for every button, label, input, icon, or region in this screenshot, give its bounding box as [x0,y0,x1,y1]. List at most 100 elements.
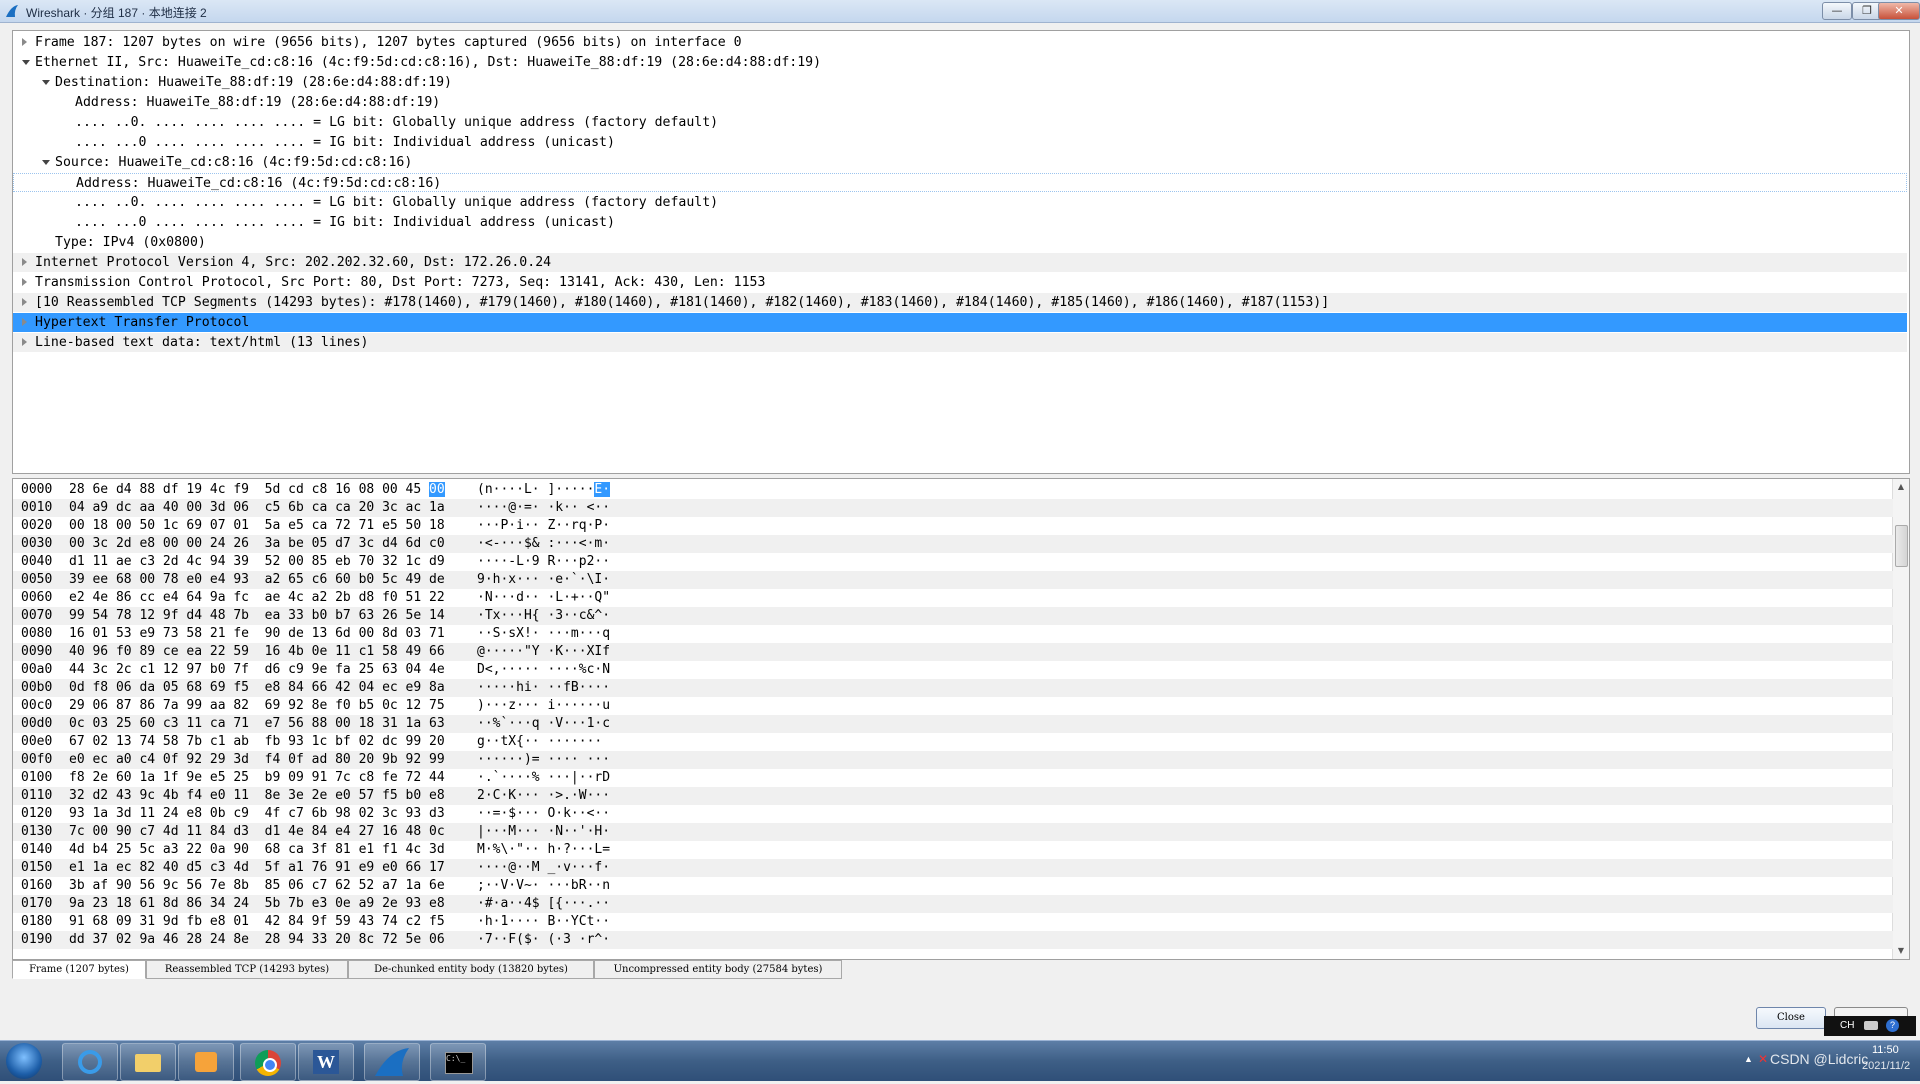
hex-bytes[interactable]: 00 3c 2d e8 00 00 24 26 3a be 05 d7 3c d… [69,535,445,553]
network-error-icon[interactable]: ✕ [1758,1052,1768,1066]
internet-explorer-icon[interactable] [62,1043,118,1081]
detail-row[interactable]: Hypertext Transfer Protocol [13,313,1907,332]
hex-bytes[interactable]: 7c 00 90 c7 4d 11 84 d3 d1 4e 84 e4 27 1… [69,823,445,841]
hex-bytes[interactable]: 40 96 f0 89 ce ea 22 59 16 4b 0e 11 c1 5… [69,643,445,661]
hex-row[interactable]: 0070 99 54 78 12 9f d4 48 7b ea 33 b0 b7 … [13,607,1893,625]
vertical-scrollbar[interactable]: ▲ ▼ [1892,479,1909,959]
hex-bytes[interactable]: 0c 03 25 60 c3 11 ca 71 e7 56 88 00 18 3… [69,715,445,733]
hex-row[interactable]: 00c0 29 06 87 86 7a 99 aa 82 69 92 8e f0 … [13,697,1893,715]
clock-date[interactable]: 2021/11/2 [1862,1060,1910,1072]
collapse-arrow-icon[interactable] [22,338,27,346]
hex-row[interactable]: 0100 f8 2e 60 1a 1f 9e e5 25 b9 09 91 7c … [13,769,1893,787]
detail-row[interactable]: .... ...0 .... .... .... .... = IG bit: … [13,213,1907,232]
hex-bytes[interactable]: 16 01 53 e9 73 58 21 fe 90 de 13 6d 00 8… [69,625,445,643]
packet-details-pane[interactable]: Frame 187: 1207 bytes on wire (9656 bits… [12,30,1910,474]
language-bar[interactable]: CH ? [1824,1016,1916,1036]
show-hidden-icons-icon[interactable]: ▲ [1744,1054,1753,1064]
hex-ascii[interactable]: ·Tx···H{ ·3··c&^· [477,607,610,625]
hex-bytes[interactable]: f8 2e 60 1a 1f 9e e5 25 b9 09 91 7c c8 f… [69,769,445,787]
expand-arrow-icon[interactable] [42,80,50,85]
hex-ascii[interactable]: ··%`···q ·V···1·c [477,715,610,733]
hex-bytes[interactable]: 3b af 90 56 9c 56 7e 8b 85 06 c7 62 52 a… [69,877,445,895]
selected-ascii[interactable]: E· [594,482,611,497]
hex-row[interactable]: 0190 dd 37 02 9a 46 28 24 8e 28 94 33 20 … [13,931,1893,949]
hex-row[interactable]: 0170 9a 23 18 61 8d 86 34 24 5b 7b e3 0e … [13,895,1893,913]
hex-ascii[interactable]: D<,····· ····%c·N [477,661,610,679]
hex-ascii[interactable]: g··tX{·· ······· [477,733,610,751]
hex-ascii[interactable]: ·····hi· ··fB···· [477,679,610,697]
hex-ascii[interactable]: ·#·a··4$ [{···.·· [477,895,610,913]
hex-row[interactable]: 0060 e2 4e 86 cc e4 64 9a fc ae 4c a2 2b … [13,589,1893,607]
byte-tab[interactable]: Reassembled TCP (14293 bytes) [146,960,348,979]
collapse-arrow-icon[interactable] [22,318,27,326]
hex-row[interactable]: 0010 04 a9 dc aa 40 00 3d 06 c5 6b ca ca … [13,499,1893,517]
detail-row[interactable]: .... ..0. .... .... .... .... = LG bit: … [13,113,1907,132]
hex-row[interactable]: 0180 91 68 09 31 9d fb e8 01 42 84 9f 59 … [13,913,1893,931]
media-player-icon[interactable] [178,1043,234,1081]
start-orb-icon[interactable] [6,1043,42,1079]
hex-bytes[interactable]: 9a 23 18 61 8d 86 34 24 5b 7b e3 0e a9 2… [69,895,445,913]
detail-row[interactable]: Address: HuaweiTe_cd:c8:16 (4c:f9:5d:cd:… [13,173,1907,192]
hex-ascii[interactable]: M·%\·"·· h·?···L= [477,841,610,859]
chrome-icon[interactable] [240,1043,296,1081]
hex-bytes[interactable]: 04 a9 dc aa 40 00 3d 06 c5 6b ca ca 20 3… [69,499,445,517]
hex-ascii[interactable]: ··S·sX!· ···m···q [477,625,610,643]
close-window-button[interactable]: ✕ [1878,2,1920,20]
hex-bytes[interactable]: 99 54 78 12 9f d4 48 7b ea 33 b0 b7 63 2… [69,607,445,625]
hex-row[interactable]: 0030 00 3c 2d e8 00 00 24 26 3a be 05 d7 … [13,535,1893,553]
hex-bytes[interactable]: e0 ec a0 c4 0f 92 29 3d f4 0f ad 80 20 9… [69,751,445,769]
hex-ascii[interactable]: )···z··· i······u [477,697,610,715]
collapse-arrow-icon[interactable] [22,298,27,306]
hex-row[interactable]: 00f0 e0 ec a0 c4 0f 92 29 3d f4 0f ad 80 … [13,751,1893,769]
wireshark-taskbar-icon[interactable] [364,1043,420,1081]
hex-ascii[interactable]: ····-L·9 R···p2·· [477,553,610,571]
hex-bytes[interactable]: 0d f8 06 da 05 68 69 f5 e8 84 66 42 04 e… [69,679,445,697]
hex-ascii[interactable]: 2·C·K··· ·>.·W··· [477,787,610,805]
hex-ascii[interactable]: ·h·1···· B··YCt·· [477,913,610,931]
hex-row[interactable]: 0040 d1 11 ae c3 2d 4c 94 39 52 00 85 eb … [13,553,1893,571]
hex-bytes[interactable]: e2 4e 86 cc e4 64 9a fc ae 4c a2 2b d8 f… [69,589,445,607]
detail-row[interactable]: .... ...0 .... .... .... .... = IG bit: … [13,133,1907,152]
detail-row[interactable]: Ethernet II, Src: HuaweiTe_cd:c8:16 (4c:… [13,53,1907,72]
hex-ascii[interactable]: (n····L· ]·····E· [477,481,611,499]
hex-bytes[interactable]: 28 6e d4 88 df 19 4c f9 5d cd c8 16 08 0… [69,481,445,499]
hex-bytes[interactable]: 32 d2 43 9c 4b f4 e0 11 8e 3e 2e e0 57 f… [69,787,445,805]
detail-row[interactable]: Destination: HuaweiTe_88:df:19 (28:6e:d4… [13,73,1907,92]
hex-ascii[interactable]: 9·h·x··· ·e·`·\I· [477,571,610,589]
hex-row[interactable]: 0160 3b af 90 56 9c 56 7e 8b 85 06 c7 62 … [13,877,1893,895]
hex-row[interactable]: 0120 93 1a 3d 11 24 e8 0b c9 4f c7 6b 98 … [13,805,1893,823]
byte-tab[interactable]: De-chunked entity body (13820 bytes) [348,960,594,979]
collapse-arrow-icon[interactable] [22,278,27,286]
expand-arrow-icon[interactable] [42,160,50,165]
hex-bytes[interactable]: 93 1a 3d 11 24 e8 0b c9 4f c7 6b 98 02 3… [69,805,445,823]
hex-ascii[interactable]: ····@··M _·v···f· [477,859,610,877]
scroll-down-icon[interactable]: ▼ [1893,943,1909,959]
detail-row[interactable]: Address: HuaweiTe_88:df:19 (28:6e:d4:88:… [13,93,1907,112]
detail-row[interactable]: Type: IPv4 (0x0800) [13,233,1907,252]
hex-row[interactable]: 00b0 0d f8 06 da 05 68 69 f5 e8 84 66 42 … [13,679,1893,697]
hex-bytes[interactable]: 91 68 09 31 9d fb e8 01 42 84 9f 59 43 7… [69,913,445,931]
hex-ascii[interactable]: ·7··F($· (·3 ·r^· [477,931,610,949]
hex-row[interactable]: 00e0 67 02 13 74 58 7b c1 ab fb 93 1c bf … [13,733,1893,751]
hex-row[interactable]: 00d0 0c 03 25 60 c3 11 ca 71 e7 56 88 00 … [13,715,1893,733]
hex-row[interactable]: 0080 16 01 53 e9 73 58 21 fe 90 de 13 6d … [13,625,1893,643]
command-prompt-icon[interactable]: C:\_ [430,1043,486,1081]
hex-row[interactable]: 0150 e1 1a ec 82 40 d5 c3 4d 5f a1 76 91 … [13,859,1893,877]
hex-bytes[interactable]: 39 ee 68 00 78 e0 e4 93 a2 65 c6 60 b0 5… [69,571,445,589]
detail-row[interactable]: [10 Reassembled TCP Segments (14293 byte… [13,293,1907,312]
scroll-thumb[interactable] [1895,525,1908,567]
hex-row[interactable]: 0090 40 96 f0 89 ce ea 22 59 16 4b 0e 11 … [13,643,1893,661]
hex-bytes[interactable]: d1 11 ae c3 2d 4c 94 39 52 00 85 eb 70 3… [69,553,445,571]
close-button[interactable]: Close [1756,1007,1826,1029]
hex-bytes[interactable]: 4d b4 25 5c a3 22 0a 90 68 ca 3f 81 e1 f… [69,841,445,859]
hex-row[interactable]: 0050 39 ee 68 00 78 e0 e4 93 a2 65 c6 60 … [13,571,1893,589]
hex-ascii[interactable]: ······)= ···· ··· [477,751,610,769]
file-explorer-icon[interactable] [120,1043,176,1081]
hex-row[interactable]: 0140 4d b4 25 5c a3 22 0a 90 68 ca 3f 81 … [13,841,1893,859]
hex-bytes[interactable]: dd 37 02 9a 46 28 24 8e 28 94 33 20 8c 7… [69,931,445,949]
hex-ascii[interactable]: ····@·=· ·k·· <·· [477,499,610,517]
scroll-up-icon[interactable]: ▲ [1893,479,1909,495]
collapse-arrow-icon[interactable] [22,38,27,46]
hex-bytes[interactable]: 44 3c 2c c1 12 97 b0 7f d6 c9 9e fa 25 6… [69,661,445,679]
hex-ascii[interactable]: ··=·$··· O·k··<·· [477,805,610,823]
